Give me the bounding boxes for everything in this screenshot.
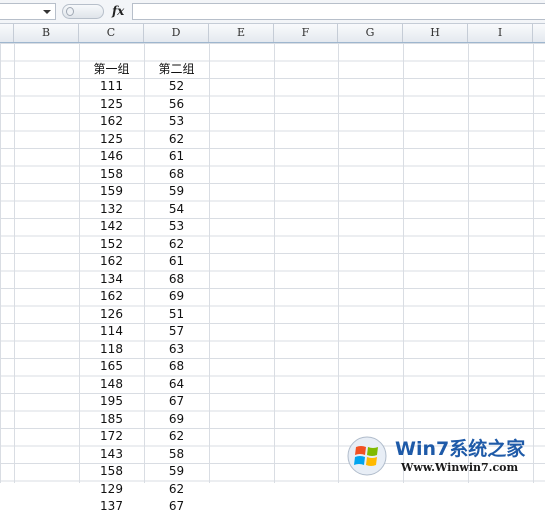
- splitter-knob-icon: [66, 7, 74, 16]
- cell-group1-value[interactable]: 137: [79, 498, 144, 515]
- cell-group2-value[interactable]: 59: [144, 183, 209, 200]
- cell-group2-value[interactable]: 68: [144, 358, 209, 375]
- column-header-row: B C D E F G H I: [0, 24, 545, 43]
- column-header-e[interactable]: E: [209, 24, 274, 42]
- cell-group2-value[interactable]: 61: [144, 148, 209, 165]
- cell-group2-value[interactable]: 62: [144, 236, 209, 253]
- cell-group2-value[interactable]: 68: [144, 166, 209, 183]
- column-header-g[interactable]: G: [338, 24, 403, 42]
- column-header-f[interactable]: F: [274, 24, 338, 42]
- cell-group2-value[interactable]: 53: [144, 218, 209, 235]
- name-box-dropdown-icon[interactable]: [43, 10, 51, 14]
- column-header-i[interactable]: I: [468, 24, 533, 42]
- cell-group1-value[interactable]: 162: [79, 288, 144, 305]
- cell-group1-value[interactable]: 118: [79, 341, 144, 358]
- cell-group1-value[interactable]: 165: [79, 358, 144, 375]
- column-header-b[interactable]: B: [14, 24, 79, 42]
- watermark-title: Win7系统之家: [395, 438, 526, 460]
- column-header-d[interactable]: D: [144, 24, 209, 42]
- grid-column-line: [403, 43, 404, 483]
- cell-group2-value[interactable]: 67: [144, 393, 209, 410]
- cell-group1-value[interactable]: 142: [79, 218, 144, 235]
- watermark: Win7系统之家 Www.Winwin7.com: [345, 430, 545, 483]
- grid-column-line: [209, 43, 210, 483]
- cell-group2-value[interactable]: 62: [144, 428, 209, 445]
- cell-group1-value[interactable]: 114: [79, 323, 144, 340]
- cell-group2-value[interactable]: 64: [144, 376, 209, 393]
- cell-group1-value[interactable]: 158: [79, 166, 144, 183]
- cell-group2-value[interactable]: 54: [144, 201, 209, 218]
- cell-group1-value[interactable]: 159: [79, 183, 144, 200]
- cell-header-group2[interactable]: 第二组: [144, 61, 209, 78]
- cell-group1-value[interactable]: 129: [79, 481, 144, 498]
- grid-column-line: [274, 43, 275, 483]
- cell-group1-value[interactable]: 126: [79, 306, 144, 323]
- cell-group1-value[interactable]: 195: [79, 393, 144, 410]
- cell-group2-value[interactable]: 61: [144, 253, 209, 270]
- column-header-c[interactable]: C: [79, 24, 144, 42]
- watermark-url: Www.Winwin7.com: [401, 461, 519, 474]
- cell-group1-value[interactable]: 158: [79, 463, 144, 480]
- cell-header-group1[interactable]: 第一组: [79, 61, 144, 78]
- cell-group2-value[interactable]: 52: [144, 78, 209, 95]
- cell-group1-value[interactable]: 185: [79, 411, 144, 428]
- cell-group2-value[interactable]: 59: [144, 463, 209, 480]
- cell-group1-value[interactable]: 162: [79, 253, 144, 270]
- column-header-j-partial[interactable]: [533, 24, 545, 42]
- cell-group1-value[interactable]: 152: [79, 236, 144, 253]
- cell-group1-value[interactable]: 162: [79, 113, 144, 130]
- cell-group1-value[interactable]: 134: [79, 271, 144, 288]
- cell-group2-value[interactable]: 62: [144, 481, 209, 498]
- cell-group1-value[interactable]: 125: [79, 131, 144, 148]
- cell-group2-value[interactable]: 62: [144, 131, 209, 148]
- cell-group1-value[interactable]: 143: [79, 446, 144, 463]
- grid-column-line: [468, 43, 469, 483]
- cell-group2-value[interactable]: 69: [144, 288, 209, 305]
- cell-group2-value[interactable]: 68: [144, 271, 209, 288]
- grid-column-line: [338, 43, 339, 483]
- cell-group1-value[interactable]: 111: [79, 78, 144, 95]
- formula-bar-splitter[interactable]: [62, 4, 104, 19]
- cell-group2-value[interactable]: 57: [144, 323, 209, 340]
- cell-group1-value[interactable]: 148: [79, 376, 144, 393]
- cell-group1-value[interactable]: 146: [79, 148, 144, 165]
- column-header-a-partial[interactable]: [0, 24, 14, 42]
- cell-group2-value[interactable]: 51: [144, 306, 209, 323]
- insert-function-icon[interactable]: fx: [112, 4, 124, 18]
- cell-group2-value[interactable]: 63: [144, 341, 209, 358]
- cell-group2-value[interactable]: 58: [144, 446, 209, 463]
- formula-input[interactable]: [132, 3, 545, 20]
- column-header-h[interactable]: H: [403, 24, 468, 42]
- formula-bar: fx: [0, 0, 545, 24]
- cell-group1-value[interactable]: 132: [79, 201, 144, 218]
- cell-group1-value[interactable]: 172: [79, 428, 144, 445]
- cell-group2-value[interactable]: 67: [144, 498, 209, 515]
- cell-group2-value[interactable]: 56: [144, 96, 209, 113]
- grid-column-line: [14, 43, 15, 483]
- cell-group1-value[interactable]: 125: [79, 96, 144, 113]
- grid-column-line: [533, 43, 534, 483]
- name-box[interactable]: [0, 3, 56, 20]
- cell-group2-value[interactable]: 69: [144, 411, 209, 428]
- cell-group2-value[interactable]: 53: [144, 113, 209, 130]
- windows-logo-icon: [347, 436, 387, 476]
